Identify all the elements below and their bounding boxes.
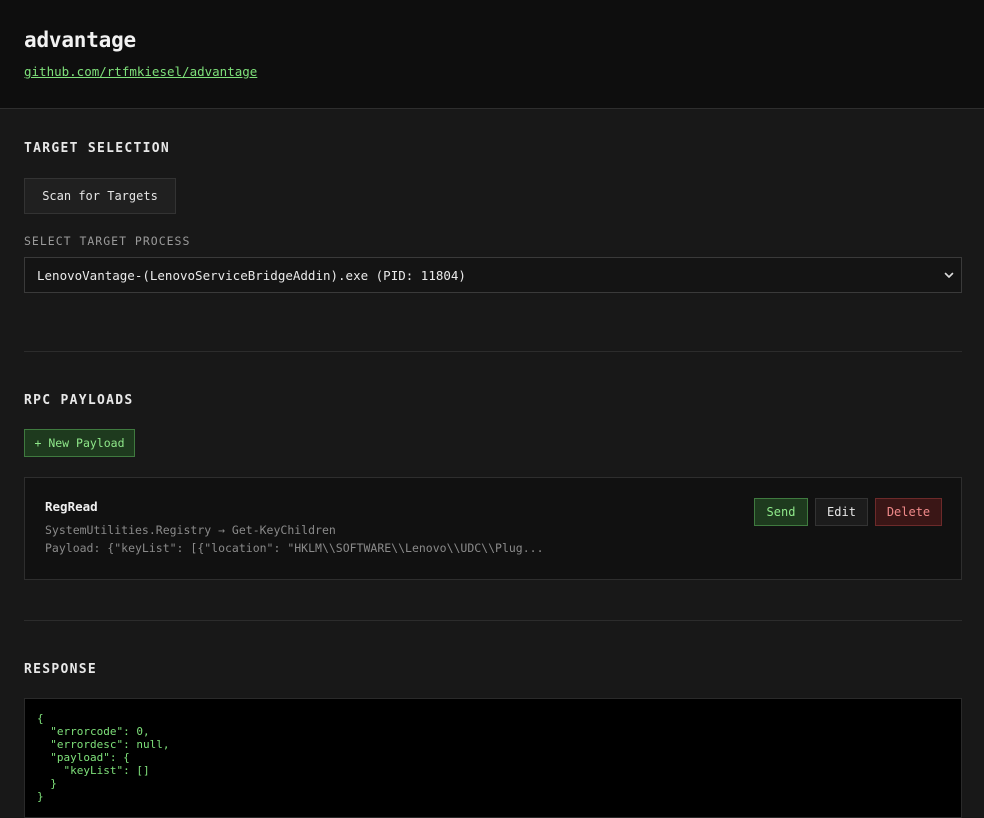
section-title-response: RESPONSE (24, 662, 98, 677)
payload-name: RegRead (45, 499, 98, 514)
payload-card: RegRead SystemUtilities.Registry → Get-K… (24, 477, 962, 580)
target-process-select[interactable]: LenovoVantage-(LenovoServiceBridgeAddin)… (24, 257, 962, 293)
payload-preview: Payload: {"keyList": [{"location": "HKLM… (45, 541, 544, 555)
new-payload-button[interactable]: + New Payload (24, 429, 135, 457)
select-target-label: SELECT TARGET PROCESS (24, 234, 191, 248)
send-button[interactable]: Send (754, 498, 808, 526)
repo-link[interactable]: github.com/rtfmkiesel/advantage (24, 64, 257, 79)
edit-button[interactable]: Edit (815, 498, 868, 526)
section-divider (24, 620, 962, 621)
delete-button[interactable]: Delete (875, 498, 942, 526)
chevron-down-icon (944, 272, 954, 278)
payload-method: SystemUtilities.Registry → Get-KeyChildr… (45, 523, 336, 537)
app-title: advantage (24, 28, 136, 52)
app-header: advantage github.com/rtfmkiesel/advantag… (0, 0, 984, 109)
response-output: { "errorcode": 0, "errordesc": null, "pa… (24, 698, 962, 818)
scan-for-targets-button[interactable]: Scan for Targets (24, 178, 176, 214)
section-divider (24, 351, 962, 352)
response-json: { "errorcode": 0, "errordesc": null, "pa… (37, 712, 170, 803)
selected-process-value: LenovoVantage-(LenovoServiceBridgeAddin)… (37, 267, 466, 283)
section-title-rpc-payloads: RPC PAYLOADS (24, 393, 134, 408)
section-title-target-selection: TARGET SELECTION (24, 141, 171, 156)
